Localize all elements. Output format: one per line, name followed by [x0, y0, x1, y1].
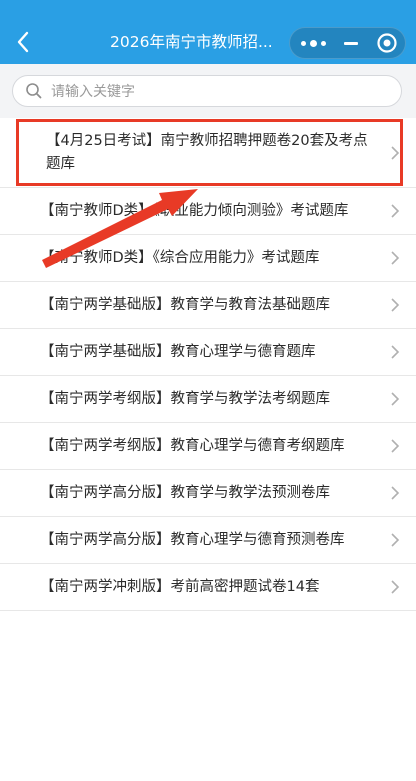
back-button[interactable]: [10, 28, 38, 56]
chevron-right-icon: [391, 392, 400, 406]
list-item-label: 【南宁教师D类】《职业能力倾向测验》考试题库: [40, 203, 349, 219]
search-icon: [26, 83, 42, 99]
search-input[interactable]: [49, 80, 383, 104]
list-item-label: 【南宁两学考纲版】教育学与教学法考纲题库: [40, 391, 330, 407]
list-item[interactable]: 【南宁教师D类】《综合应用能力》考试题库: [0, 235, 416, 282]
list-item-label: 【南宁教师D类】《综合应用能力》考试题库: [40, 250, 320, 266]
close-circle-icon: [377, 33, 397, 53]
list-item[interactable]: 【南宁两学高分版】教育心理学与德育预测卷库: [0, 517, 416, 564]
list-item[interactable]: 【南宁两学高分版】教育学与教学法预测卷库: [0, 470, 416, 517]
list-item[interactable]: 【4月25日考试】南宁教师招聘押题卷20套及考点题库: [0, 118, 416, 188]
question-bank-list: 【4月25日考试】南宁教师招聘押题卷20套及考点题库 【南宁教师D类】《职业能力…: [0, 118, 416, 611]
list-item[interactable]: 【南宁两学基础版】教育学与教育法基础题库: [0, 282, 416, 329]
chevron-right-icon: [391, 298, 400, 312]
minimize-button[interactable]: [334, 28, 368, 58]
list-item[interactable]: 【南宁两学考纲版】教育心理学与德育考纲题库: [0, 423, 416, 470]
chevron-right-icon: [391, 439, 400, 453]
chevron-right-icon: [391, 251, 400, 265]
list-item-label: 【南宁两学基础版】教育心理学与德育题库: [40, 344, 316, 360]
more-dot-center: [309, 39, 317, 47]
minus-icon: [344, 41, 358, 45]
list-item[interactable]: 【南宁两学考纲版】教育学与教学法考纲题库: [0, 376, 416, 423]
chevron-left-icon: [17, 31, 29, 53]
list-item-label: 【南宁两学高分版】教育学与教学法预测卷库: [40, 485, 330, 501]
chevron-right-icon: [391, 204, 400, 218]
chevron-right-icon: [391, 145, 400, 160]
close-button[interactable]: [370, 28, 404, 58]
search-bar: [0, 64, 416, 118]
chevron-right-icon: [391, 345, 400, 359]
more-dots-icon: [300, 40, 306, 46]
list-item-label: 【南宁两学考纲版】教育心理学与德育考纲题库: [40, 438, 345, 454]
page-title: 2026年南宁市教师招...: [110, 33, 273, 51]
list-item[interactable]: 【南宁教师D类】《职业能力倾向测验》考试题库: [0, 188, 416, 235]
list-item[interactable]: 【南宁两学基础版】教育心理学与德育题库: [0, 329, 416, 376]
chevron-right-icon: [391, 580, 400, 594]
more-button[interactable]: [296, 28, 330, 58]
chevron-right-icon: [391, 533, 400, 547]
list-item-label: 【4月25日考试】南宁教师招聘押题卷20套及考点题库: [46, 133, 368, 172]
list-item[interactable]: 【南宁两学冲刺版】考前高密押题试卷14套: [0, 564, 416, 611]
navbar: 2026年南宁市教师招...: [0, 0, 416, 64]
list-item-label: 【南宁两学高分版】教育心理学与德育预测卷库: [40, 532, 345, 548]
list-item-label: 【南宁两学基础版】教育学与教育法基础题库: [40, 297, 330, 313]
capsule-menu: [289, 27, 406, 59]
more-dot-right: [320, 40, 326, 46]
search-box[interactable]: [12, 75, 402, 107]
chevron-right-icon: [391, 486, 400, 500]
list-item-label: 【南宁两学冲刺版】考前高密押题试卷14套: [40, 579, 320, 595]
